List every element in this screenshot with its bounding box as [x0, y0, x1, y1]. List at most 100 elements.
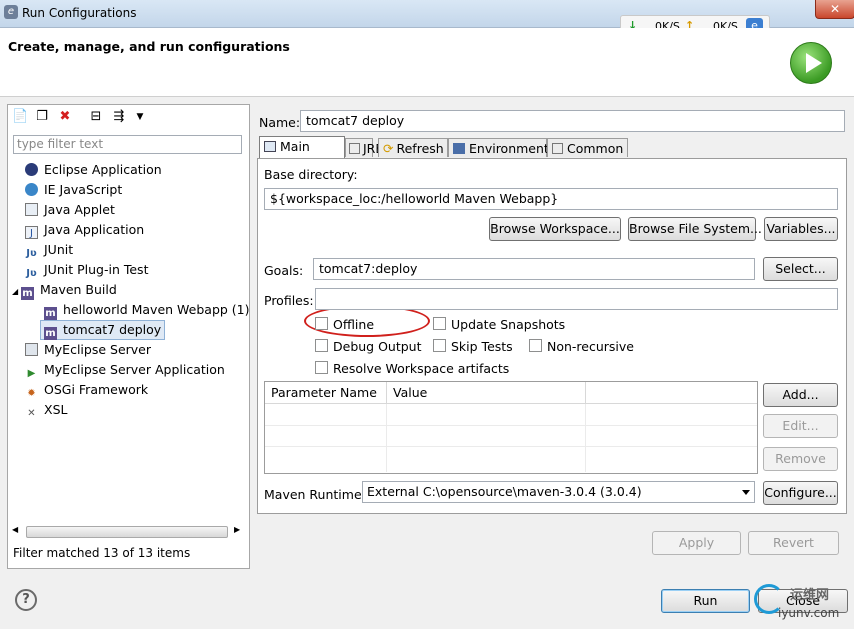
window-close-button[interactable]: ✕: [815, 0, 854, 19]
tree-item[interactable]: m helloworld Maven Webapp (1): [44, 300, 250, 320]
tree-item[interactable]: J Java Application: [25, 220, 144, 240]
configure-runtime-button[interactable]: Configure...: [763, 481, 838, 505]
maven-icon: m: [44, 307, 57, 320]
configuration-editor: Name: tomcat7 deploy Main JRE ⟳ Refresh E…: [257, 104, 847, 567]
common-tab-icon: [552, 143, 563, 154]
osgi-icon: ✹: [27, 388, 36, 399]
goals-label: Goals:: [264, 263, 304, 278]
run-banner-icon: [790, 42, 832, 84]
column-divider: [386, 404, 387, 472]
filter-input[interactable]: type filter text: [13, 135, 242, 154]
tree-item[interactable]: Eclipse Application: [25, 160, 162, 180]
tree-item-selected[interactable]: m tomcat7 deploy: [40, 320, 166, 340]
variables-button[interactable]: Variables...: [764, 217, 838, 241]
offline-checkbox[interactable]: Offline: [315, 317, 374, 332]
maven-runtime-select[interactable]: External C:\opensource\maven-3.0.4 (3.0.…: [362, 481, 755, 503]
tab-environment[interactable]: Environment: [448, 138, 549, 157]
jre-tab-icon: [349, 143, 360, 154]
profiles-field[interactable]: [315, 288, 838, 310]
base-directory-label: Base directory:: [264, 167, 358, 182]
scrollbar-thumb[interactable]: [26, 526, 228, 538]
revert-button[interactable]: Revert: [748, 531, 839, 555]
tree-item[interactable]: IE JavaScript: [25, 180, 122, 200]
base-directory-field[interactable]: ${workspace_loc:/helloworld Maven Webapp…: [264, 188, 838, 210]
help-icon[interactable]: ?: [15, 589, 37, 611]
maven-runtime-label: Maven Runtime:: [264, 487, 366, 502]
app-icon: e: [4, 5, 18, 19]
java-application-icon: J: [25, 226, 38, 239]
junit-plugin-icon: Jʋ: [26, 268, 37, 279]
junit-icon: Jʋ: [26, 248, 37, 259]
maven-icon: m: [21, 287, 34, 300]
tree-item-maven-build[interactable]: ◢ m Maven Build: [12, 280, 117, 300]
run-button[interactable]: Run: [661, 589, 750, 613]
tab-refresh[interactable]: ⟳ Refresh: [378, 138, 448, 157]
chevron-down-icon: [742, 490, 750, 495]
myeclipse-server-icon: [25, 343, 38, 356]
remove-parameter-button[interactable]: Remove: [763, 447, 838, 471]
tree-item[interactable]: ✕ XSL: [25, 400, 67, 420]
tree-item[interactable]: Java Applet: [25, 200, 115, 220]
delete-config-icon[interactable]: ✖: [57, 109, 73, 125]
new-config-icon[interactable]: 📄: [12, 109, 28, 125]
dialog-header: Create, manage, and run configurations: [0, 28, 854, 97]
main-tab-content: Base directory: ${workspace_loc:/hellowo…: [257, 158, 847, 514]
column-header-value[interactable]: Value: [387, 382, 586, 404]
edit-parameter-button[interactable]: Edit...: [763, 414, 838, 438]
collapse-all-icon[interactable]: ⊟: [88, 109, 104, 125]
name-label: Name:: [259, 115, 301, 130]
apply-button[interactable]: Apply: [652, 531, 741, 555]
tree-item[interactable]: ✹ OSGi Framework: [25, 380, 148, 400]
select-goals-button[interactable]: Select...: [763, 257, 838, 281]
add-parameter-button[interactable]: Add...: [763, 383, 838, 407]
column-header-empty: [586, 382, 757, 404]
refresh-icon: ⟳: [383, 141, 394, 156]
tree-item[interactable]: Jʋ JUnit Plug-in Test: [25, 260, 148, 280]
myeclipse-app-icon: ▶: [27, 368, 36, 379]
window-title: Run Configurations: [22, 6, 137, 20]
xsl-icon: ✕: [27, 408, 36, 419]
main-tab-icon: [264, 141, 276, 152]
tree-item[interactable]: MyEclipse Server: [25, 340, 151, 360]
resolve-workspace-checkbox[interactable]: Resolve Workspace artifacts: [315, 361, 509, 376]
filter-icon[interactable]: ⇶: [111, 109, 127, 125]
dialog-subtitle: Create, manage, and run configurations: [8, 39, 290, 54]
filter-status: Filter matched 13 of 13 items: [13, 546, 191, 560]
ie-javascript-icon: [25, 183, 38, 196]
column-divider: [585, 404, 586, 472]
java-applet-icon: [25, 203, 38, 216]
name-field[interactable]: tomcat7 deploy: [300, 110, 845, 132]
environment-icon: [453, 143, 465, 154]
tree-toolbar: 📄 ❐ ✖ ⊟ ⇶ ▼: [8, 105, 249, 129]
update-snapshots-checkbox[interactable]: Update Snapshots: [433, 317, 565, 332]
tab-jre[interactable]: JRE: [345, 138, 383, 157]
scroll-right-icon[interactable]: ▶: [234, 525, 240, 534]
column-header-parameter-name[interactable]: Parameter Name: [265, 382, 387, 404]
tab-common[interactable]: Common: [547, 138, 628, 157]
scroll-left-icon[interactable]: ◀: [12, 525, 18, 534]
tree-item[interactable]: Jʋ JUnit: [25, 240, 73, 260]
tab-main[interactable]: Main: [259, 136, 345, 158]
eclipse-app-icon: [25, 163, 38, 176]
profiles-label: Profiles:: [264, 293, 314, 308]
expand-triangle-icon[interactable]: ◢: [12, 282, 21, 302]
goals-field[interactable]: tomcat7:deploy: [313, 258, 755, 280]
browse-file-system-button[interactable]: Browse File System...: [628, 217, 762, 241]
table-row[interactable]: [265, 446, 757, 467]
table-row[interactable]: [265, 425, 757, 447]
table-row[interactable]: [265, 404, 757, 426]
view-menu-chevron-down-icon[interactable]: ▼: [132, 109, 148, 125]
watermark-logo: 运维网 iyunv.com: [752, 584, 852, 624]
non-recursive-checkbox[interactable]: Non-recursive: [529, 339, 634, 354]
tree-item[interactable]: ▶ MyEclipse Server Application: [25, 360, 225, 380]
horizontal-scrollbar[interactable]: ◀ ▶: [12, 525, 243, 538]
configuration-tree-panel: 📄 ❐ ✖ ⊟ ⇶ ▼ type filter text Eclipse App…: [7, 104, 250, 569]
watermark-bottom-text: iyunv.com: [778, 606, 840, 620]
parameters-table[interactable]: Parameter Name Value: [264, 381, 758, 474]
debug-output-checkbox[interactable]: Debug Output: [315, 339, 422, 354]
browse-workspace-button[interactable]: Browse Workspace...: [489, 217, 621, 241]
maven-icon: m: [44, 327, 57, 340]
duplicate-config-icon[interactable]: ❐: [34, 109, 50, 125]
watermark-top-text: 运维网: [790, 588, 830, 603]
skip-tests-checkbox[interactable]: Skip Tests: [433, 339, 513, 354]
